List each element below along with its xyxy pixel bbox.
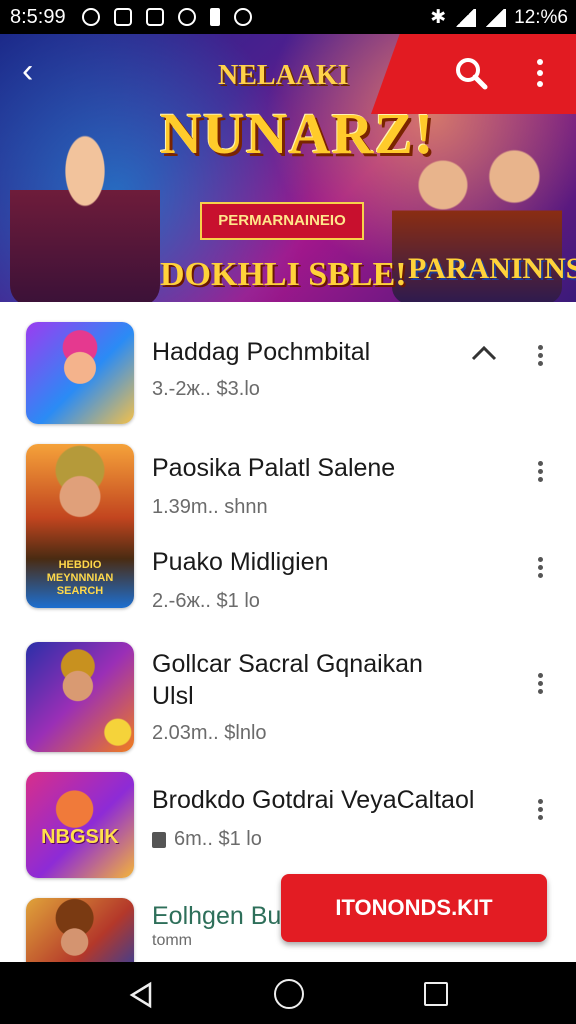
list-item[interactable]: NBGSIK Brodkdo Gotdrai VeyaCaltaol 6m.. … xyxy=(0,762,576,882)
status-bar: 8:5:99 ✱ 12:%6 xyxy=(0,0,576,34)
bluetooth-icon: ✱ xyxy=(430,7,447,28)
list-item-title: Gollcar Sacral Gqnaikan xyxy=(152,650,423,678)
nav-home-icon[interactable] xyxy=(274,979,304,1009)
game-thumbnail[interactable] xyxy=(26,642,134,752)
overflow-menu-icon[interactable] xyxy=(531,342,549,372)
overflow-menu-icon[interactable] xyxy=(531,670,549,700)
list-item-title: Paosika Palatl Salene xyxy=(152,454,396,482)
signal-icon xyxy=(484,8,507,27)
notification-icon xyxy=(82,8,100,26)
image-icon xyxy=(114,8,132,26)
list-item-meta: 6m.. $1 lo xyxy=(174,828,262,850)
battery-icon xyxy=(210,8,220,26)
hero-ribbon: PERMARNAINEIO xyxy=(200,202,364,240)
list-item[interactable]: HEBDIO MEYNNNIAN SEARCH Paosika Palatl S… xyxy=(0,432,576,608)
media-icon xyxy=(146,8,164,26)
list-item-meta: tomm xyxy=(152,932,192,949)
list-item-title-line2: Ulsl xyxy=(152,682,194,710)
hero-badge: PARANINNS xyxy=(408,252,576,285)
hero-title-top: NELAAKI xyxy=(218,60,349,91)
overflow-menu-icon[interactable] xyxy=(531,458,549,488)
list-item-meta: 3.-2ж.. $3.lo xyxy=(152,378,260,400)
list-item[interactable]: Haddag Pochmbital 3.-2ж.. $3.lo xyxy=(0,302,576,432)
status-icons xyxy=(82,8,252,26)
list-item-meta: 1.39m.. shnn xyxy=(152,496,268,518)
status-time: 8:5:99 xyxy=(10,6,66,28)
chevron-up-icon[interactable] xyxy=(470,342,498,362)
hero-banner: ‹ NELAAKI NUNARZ! PERMARNAINEIO DOKHLI S… xyxy=(0,34,576,302)
status-right: ✱ 12:%6 xyxy=(430,6,568,29)
info-icon xyxy=(178,8,196,26)
more-vert-icon[interactable] xyxy=(530,56,550,90)
settings-icon xyxy=(234,8,252,26)
overflow-menu-icon[interactable] xyxy=(531,796,549,826)
list-item-meta: 2.03m.. $lnlo xyxy=(152,722,267,744)
status-right-text: 12:%6 xyxy=(514,6,568,28)
list-item[interactable]: Puako Midligien 2.-6ж.. $1 lo xyxy=(0,532,576,632)
list-item-meta: 2.-6ж.. $1 lo xyxy=(152,590,260,612)
primary-action-button[interactable]: ITONONDS.KIT xyxy=(281,874,547,942)
nav-back-icon[interactable] xyxy=(126,980,156,1010)
hero-character-left xyxy=(10,114,160,302)
back-arrow-icon[interactable]: ‹ xyxy=(22,54,52,88)
navigation-bar xyxy=(0,962,576,1024)
game-thumbnail[interactable] xyxy=(26,322,134,424)
game-thumbnail[interactable]: NBGSIK xyxy=(26,772,134,878)
list-item-title: Eolhgen Bu xyxy=(152,902,282,930)
list-item-title: Brodkdo Gotdrai VeyaCaltaol xyxy=(152,786,475,814)
thumbnail-caption: NBGSIK xyxy=(41,826,119,848)
search-icon[interactable] xyxy=(454,56,488,90)
hero-title-main: NUNARZ! xyxy=(160,101,435,166)
list-item[interactable]: Gollcar Sacral Gqnaikan Ulsl 2.03m.. $ln… xyxy=(0,632,576,762)
list-item-title: Puako Midligien xyxy=(152,548,329,576)
list-item-title: Haddag Pochmbital xyxy=(152,338,371,366)
hero-subtitle: DOKHLI SBLE! xyxy=(160,256,407,293)
storage-icon xyxy=(152,832,166,848)
nav-recents-icon[interactable] xyxy=(424,982,448,1006)
overflow-menu-icon[interactable] xyxy=(531,554,549,584)
wifi-icon xyxy=(454,8,477,27)
